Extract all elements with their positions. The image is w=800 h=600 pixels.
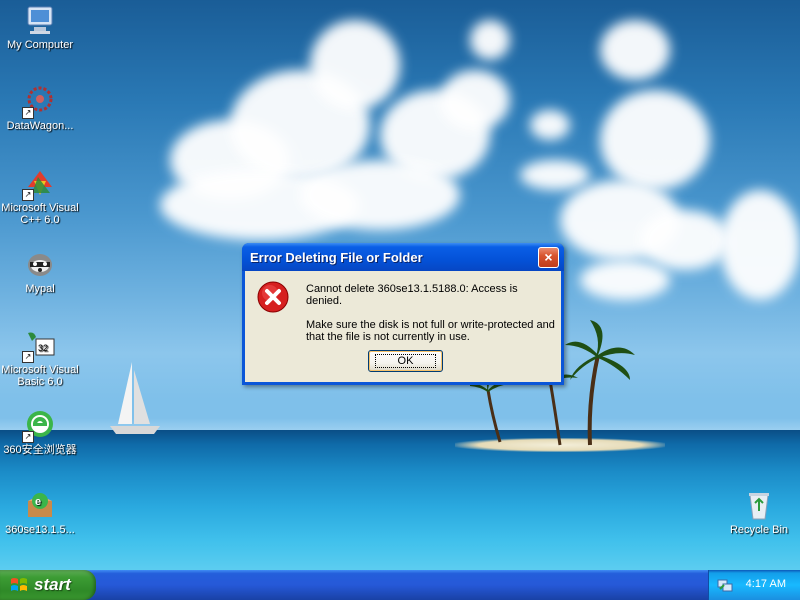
mypal-icon (24, 248, 56, 280)
desktop-icon-label: Mypal (25, 283, 55, 295)
ok-button-label: OK (374, 354, 437, 368)
shortcut-arrow-icon: ↗ (22, 107, 34, 119)
desktop-icon-360se-installer[interactable]: e 360se13.1.5... (0, 489, 80, 536)
desktop-icon-label: My Computer (6, 39, 74, 51)
360-browser-icon: ↗ (22, 409, 56, 443)
dialog-title: Error Deleting File or Folder (250, 250, 423, 265)
error-message-secondary: Make sure the disk is not full or write-… (306, 319, 555, 343)
network-tray-icon[interactable] (717, 577, 733, 593)
sailboat (110, 362, 160, 434)
desktop-icon-visual-cpp[interactable]: ↗ Microsoft Visual C++ 6.0 (0, 167, 80, 226)
dialog-body: Cannot delete 360se13.1.5188.0: Access i… (245, 271, 561, 382)
visual-basic-icon: 32 ↗ (22, 329, 56, 363)
desktop-icon-label: Recycle Bin (729, 524, 789, 536)
dialog-titlebar[interactable]: Error Deleting File or Folder × (242, 243, 564, 271)
desktop-icon-label: DataWagon... (6, 120, 74, 132)
shortcut-arrow-icon: ↗ (22, 189, 34, 201)
desktop-icon-my-computer[interactable]: My Computer (0, 4, 80, 51)
shortcut-arrow-icon: ↗ (22, 431, 34, 443)
visual-cpp-icon: ↗ (22, 167, 56, 201)
shortcut-arrow-icon: ↗ (22, 351, 34, 363)
start-label: start (34, 575, 71, 594)
start-button[interactable]: start (0, 570, 96, 600)
desktop-icon-360-browser[interactable]: ↗ 360安全浏览器 (0, 409, 80, 456)
desktop-icon-label: 360se13.1.5... (5, 524, 75, 536)
error-icon (257, 281, 289, 313)
svg-text:32: 32 (38, 343, 48, 353)
desktop-icon-label: Microsoft Visual Basic 6.0 (1, 364, 79, 388)
dialog-close-button[interactable]: × (538, 247, 559, 268)
desktop-icon-label: Microsoft Visual C++ 6.0 (1, 202, 79, 226)
taskbar-clock[interactable]: 4:17 AM (746, 578, 786, 590)
dialog-message: Cannot delete 360se13.1.5188.0: Access i… (306, 283, 556, 355)
360se-installer-icon: e (24, 489, 56, 521)
desktop-icon-mypal[interactable]: Mypal (0, 248, 80, 295)
datawagon-icon: ↗ (22, 85, 56, 119)
desktop-icon-label: 360安全浏览器 (3, 444, 77, 456)
error-dialog: Error Deleting File or Folder × Cannot d… (242, 243, 564, 385)
taskbar: start 4:17 AM (0, 570, 800, 600)
system-tray: 4:17 AM (708, 570, 800, 600)
sea-background (0, 430, 800, 570)
desktop-icon-datawagon[interactable]: ↗ DataWagon... (0, 85, 80, 132)
close-icon: × (544, 249, 553, 265)
recycle-bin-icon (743, 489, 775, 521)
svg-text:e: e (35, 496, 41, 508)
my-computer-icon (24, 4, 56, 36)
ok-button[interactable]: OK (368, 350, 443, 372)
desktop-icon-visual-basic[interactable]: 32 ↗ Microsoft Visual Basic 6.0 (0, 329, 80, 388)
desktop-icon-recycle-bin[interactable]: Recycle Bin (719, 489, 799, 536)
windows-logo-icon (10, 576, 28, 594)
error-message-primary: Cannot delete 360se13.1.5188.0: Access i… (306, 283, 518, 307)
